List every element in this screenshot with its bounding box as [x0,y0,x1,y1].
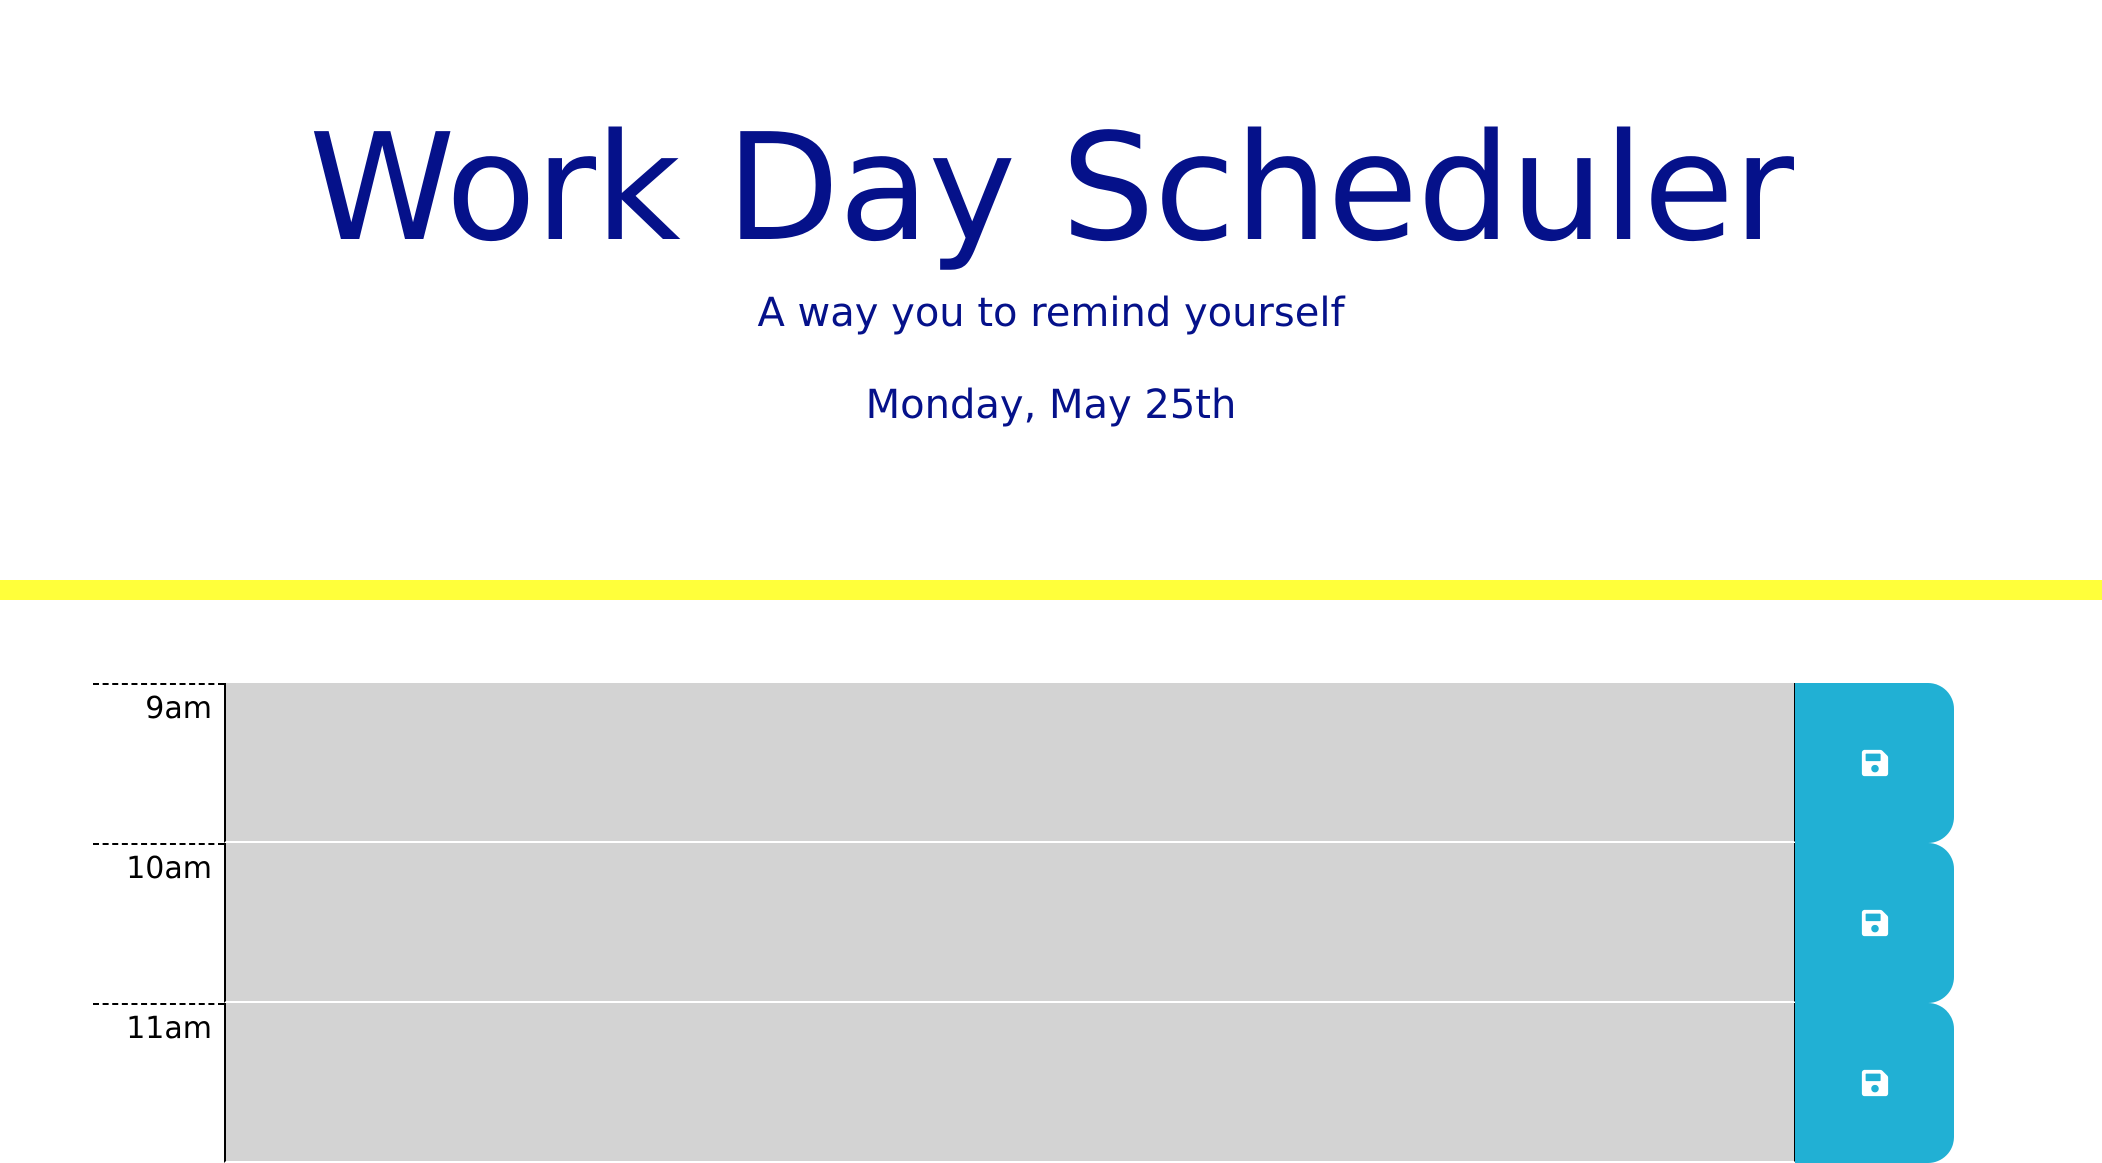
hour-label: 9am [93,683,224,843]
timeblock-container: 9am 10am 11am [93,683,1954,1163]
event-description-input[interactable] [224,1003,1796,1163]
timeblock-row-9am: 9am [93,683,1954,843]
save-button[interactable] [1795,683,1954,843]
floppy-disk-icon [1860,908,1890,938]
page-subtitle: A way you to remind yourself [757,290,1345,336]
event-description-input[interactable] [224,843,1796,1003]
timeblock-row-10am: 10am [93,843,1954,1003]
hour-label: 11am [93,1003,224,1163]
floppy-disk-icon [1860,748,1890,778]
save-button[interactable] [1795,843,1954,1003]
event-description-input[interactable] [224,683,1796,843]
timeblock-row-11am: 11am [93,1003,1954,1163]
page-header: Work Day Scheduler A way you to remind y… [0,0,2102,600]
hour-label: 10am [93,843,224,1003]
floppy-disk-icon [1860,1068,1890,1098]
save-button[interactable] [1795,1003,1954,1163]
page-title: Work Day Scheduler [308,102,1794,274]
current-day: Monday, May 25th [865,382,1237,428]
